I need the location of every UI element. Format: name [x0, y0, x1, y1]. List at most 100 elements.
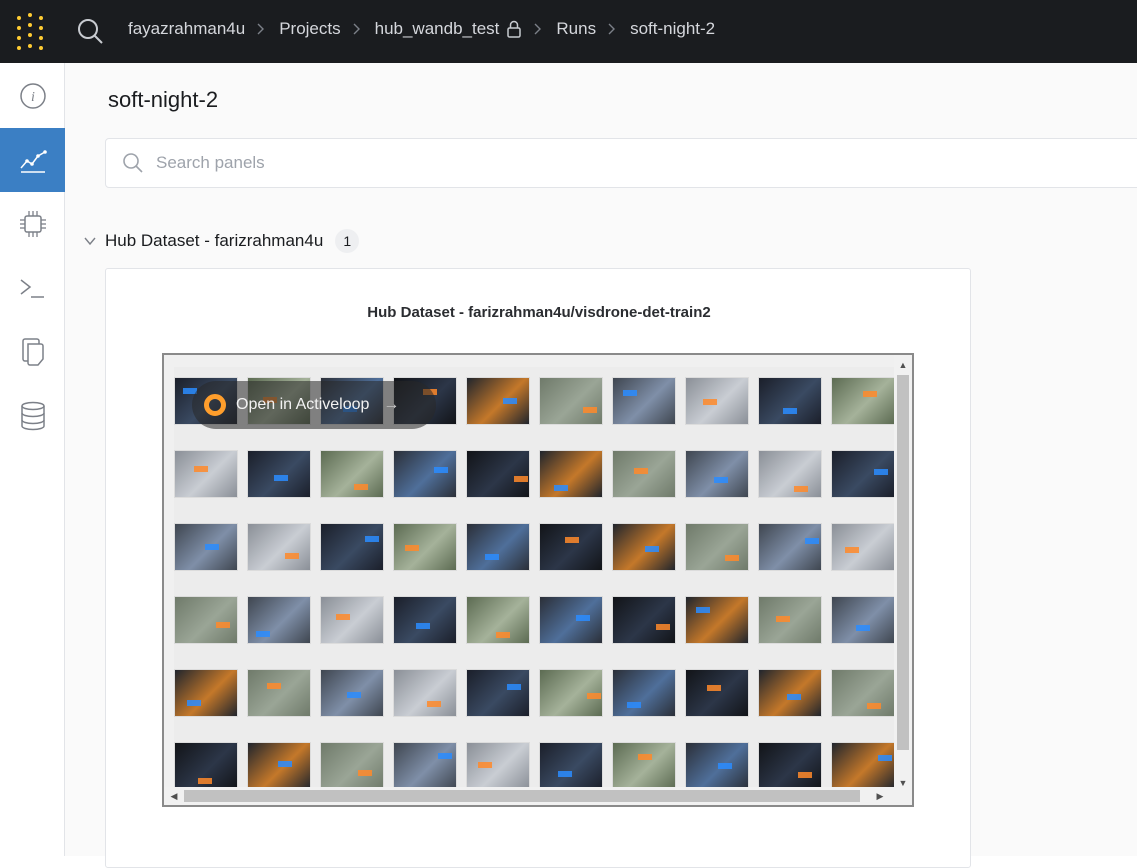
breadcrumb-user[interactable]: fayazrahman4u	[128, 19, 245, 39]
annotation-mark	[718, 763, 732, 769]
horizontal-scroll-thumb[interactable]	[184, 790, 860, 802]
chip-icon	[19, 211, 46, 237]
dataset-thumbnail	[174, 742, 238, 790]
dataset-thumbnail	[831, 742, 895, 790]
annotation-mark	[514, 476, 528, 482]
open-in-activeloop-button[interactable]: Open in Activeloop →	[192, 381, 436, 429]
dataset-thumbnail	[612, 523, 676, 571]
activeloop-logo-icon	[204, 394, 226, 416]
annotation-mark	[776, 616, 790, 622]
scroll-up-icon[interactable]: ▲	[894, 357, 912, 373]
chevron-right-icon	[608, 22, 618, 36]
dataset-thumbnail	[247, 669, 311, 717]
scroll-left-icon[interactable]: ◀	[166, 787, 182, 805]
dataset-thumbnail	[393, 596, 457, 644]
dataset-thumbnail	[685, 523, 749, 571]
annotation-mark	[416, 623, 430, 629]
annotation-mark	[787, 694, 801, 700]
dataset-thumbnail	[466, 742, 530, 790]
nav-system[interactable]	[0, 192, 65, 256]
side-nav: i	[0, 63, 65, 856]
dataset-thumbnail	[831, 669, 895, 717]
chevron-down-icon[interactable]	[83, 234, 97, 248]
annotation-mark	[256, 631, 270, 637]
annotation-mark	[707, 685, 721, 691]
dataset-thumbnail	[247, 742, 311, 790]
dataset-thumbnail	[466, 450, 530, 498]
search-icon	[123, 153, 143, 173]
dataset-thumbnail	[320, 450, 384, 498]
dataset-thumbnail	[612, 450, 676, 498]
annotation-mark	[434, 467, 448, 473]
breadcrumb-run[interactable]: soft-night-2	[630, 19, 715, 39]
chevron-right-icon	[257, 22, 267, 36]
vertical-scroll-thumb[interactable]	[897, 375, 909, 750]
search-input[interactable]	[156, 153, 956, 173]
annotation-mark	[878, 755, 892, 761]
annotation-mark	[347, 692, 361, 698]
panel-search[interactable]	[105, 138, 1137, 188]
annotation-mark	[645, 546, 659, 552]
scroll-right-icon[interactable]: ▶	[872, 787, 888, 805]
vertical-scrollbar[interactable]: ▲ ▼	[894, 355, 912, 793]
dataset-thumbnail	[174, 523, 238, 571]
nav-files[interactable]	[0, 320, 65, 384]
breadcrumb: fayazrahman4u Projects hub_wandb_test Ru…	[128, 0, 715, 58]
svg-text:i: i	[31, 90, 35, 105]
dataset-thumbnail	[758, 450, 822, 498]
search-icon[interactable]	[76, 17, 104, 45]
dataset-thumbnail	[174, 596, 238, 644]
annotation-mark	[267, 683, 281, 689]
annotation-mark	[805, 538, 819, 544]
annotation-mark	[365, 536, 379, 542]
annotation-mark	[867, 703, 881, 709]
dataset-thumbnail	[539, 523, 603, 571]
nav-charts[interactable]	[0, 128, 65, 192]
annotation-mark	[634, 468, 648, 474]
annotation-mark	[478, 762, 492, 768]
dataset-thumbnail	[612, 377, 676, 425]
horizontal-scrollbar[interactable]: ◀ ▶	[164, 787, 912, 805]
breadcrumb-project[interactable]: hub_wandb_test	[375, 19, 500, 39]
annotation-mark	[874, 469, 888, 475]
annotation-mark	[198, 778, 212, 784]
dataset-thumbnail	[685, 450, 749, 498]
annotation-mark	[194, 466, 208, 472]
annotation-mark	[274, 475, 288, 481]
breadcrumb-runs[interactable]: Runs	[556, 19, 596, 39]
annotation-mark	[503, 398, 517, 404]
dataset-thumbnail	[393, 742, 457, 790]
chevron-right-icon	[353, 22, 363, 36]
annotation-mark	[205, 544, 219, 550]
open-in-activeloop-label: Open in Activeloop	[236, 396, 370, 413]
nav-logs[interactable]	[0, 256, 65, 320]
annotation-mark	[187, 700, 201, 706]
dataset-thumbnail	[539, 669, 603, 717]
nav-overview[interactable]: i	[0, 64, 65, 128]
dataset-thumbnail	[320, 669, 384, 717]
annotation-mark	[576, 615, 590, 621]
annotation-mark	[285, 553, 299, 559]
dataset-thumbnail	[685, 596, 749, 644]
section-header[interactable]: Hub Dataset - farizrahman4u 1	[83, 229, 360, 253]
wandb-logo-icon[interactable]	[14, 13, 52, 51]
dataset-thumbnail	[685, 377, 749, 425]
dataset-thumbnail	[393, 523, 457, 571]
annotation-mark	[278, 761, 292, 767]
breadcrumb-projects[interactable]: Projects	[279, 19, 340, 39]
dataset-thumbnail	[466, 377, 530, 425]
section-title: Hub Dataset - farizrahman4u	[105, 231, 324, 250]
info-icon: i	[19, 83, 46, 109]
dataset-thumbnail	[831, 377, 895, 425]
annotation-mark	[845, 547, 859, 553]
dataset-thumbnail	[758, 523, 822, 571]
dataset-thumbnail	[758, 669, 822, 717]
dataset-thumbnail	[758, 377, 822, 425]
dataset-viewer[interactable]: Open in Activeloop → ▲ ▼ ◀ ▶	[162, 353, 914, 807]
dataset-thumbnail	[612, 596, 676, 644]
annotation-mark	[554, 485, 568, 491]
nav-artifacts[interactable]	[0, 384, 65, 448]
dataset-thumbnail	[466, 523, 530, 571]
annotation-mark	[583, 407, 597, 413]
dataset-thumbnail	[320, 596, 384, 644]
